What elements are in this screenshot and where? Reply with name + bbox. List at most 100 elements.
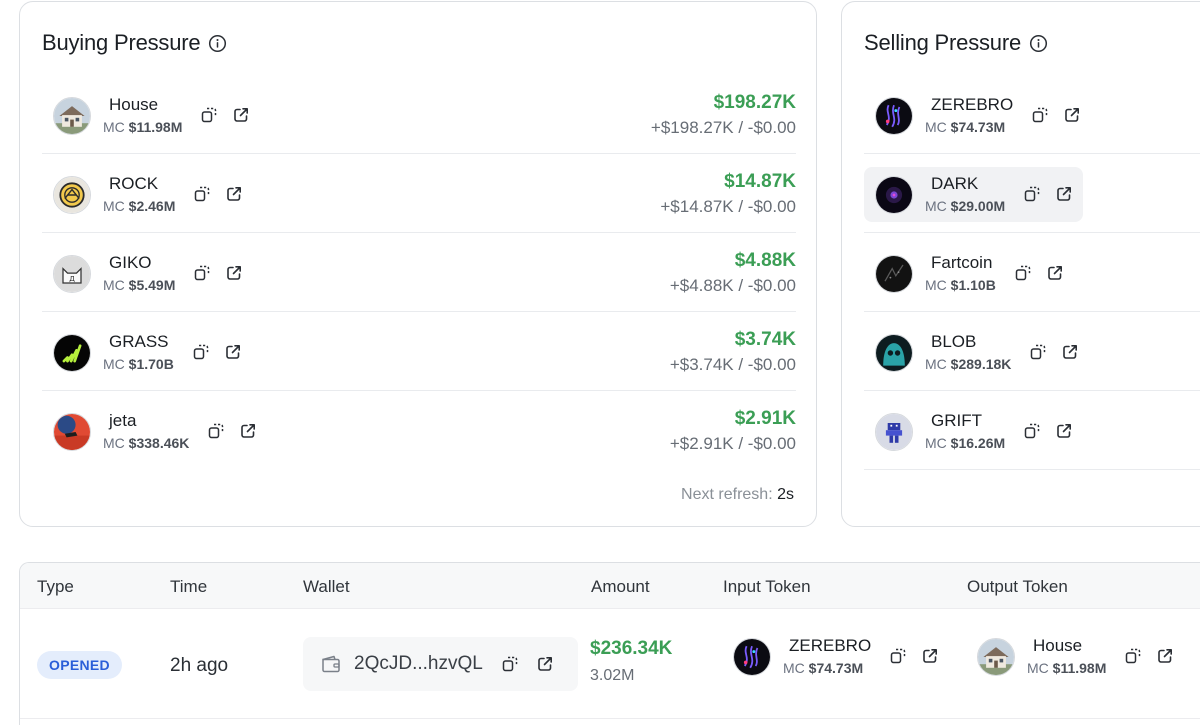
list-item[interactable]: DARK MC $29.00M xyxy=(864,154,1200,233)
list-item[interactable]: House MC $11.98M $198.27K +$198.27K / -$… xyxy=(42,75,796,154)
hovered-token[interactable]: DARK MC $29.00M xyxy=(864,167,1084,222)
token-name: ZEREBRO xyxy=(789,636,872,655)
column-amount[interactable]: Amount xyxy=(591,577,650,597)
svg-text:Д: Д xyxy=(69,274,75,283)
selling-pressure-title: Selling Pressure xyxy=(864,30,1048,56)
info-icon[interactable] xyxy=(208,34,227,53)
buying-pressure-title: Buying Pressure xyxy=(42,30,227,56)
net-amount: $4.88K xyxy=(734,250,796,271)
column-output-token[interactable]: Output Token xyxy=(967,577,1068,597)
copy-icon[interactable] xyxy=(207,422,225,440)
next-refresh-indicator: Next refresh: 2s xyxy=(681,486,794,504)
status-badge: OPENED xyxy=(37,651,122,679)
copy-icon[interactable] xyxy=(501,655,519,673)
amount-breakdown: +$14.87K / -$0.00 xyxy=(660,197,796,216)
market-cap: MC $338.46K xyxy=(103,435,190,451)
token-avatar-fartcoin xyxy=(875,254,913,293)
token-avatar-zerebro xyxy=(733,637,771,676)
external-link-icon[interactable] xyxy=(1156,647,1174,665)
column-input-token[interactable]: Input Token xyxy=(723,577,811,597)
token-name: GIKO xyxy=(109,253,152,272)
pressure-amount: $198.27K +$198.27K / -$0.00 xyxy=(651,92,796,139)
external-link-icon[interactable] xyxy=(536,655,554,673)
list-item[interactable]: GRASS MC $1.70B $3.74K +$3.74K / -$0.00 xyxy=(42,312,796,391)
token-avatar-grass xyxy=(53,333,91,372)
token-avatar-giko: Д xyxy=(53,254,91,293)
token-name: House xyxy=(109,95,159,114)
next-refresh-value: 2s xyxy=(777,486,794,503)
table-row[interactable]: OPENED 2h ago 2QcJD...hzvQL $236.34K 3.0… xyxy=(20,609,1200,719)
token-avatar-dark xyxy=(875,175,913,214)
column-time[interactable]: Time xyxy=(170,577,207,597)
copy-icon[interactable] xyxy=(1023,422,1041,440)
list-item[interactable]: Fartcoin MC $1.10B xyxy=(864,233,1200,312)
copy-icon[interactable] xyxy=(193,185,211,203)
token-name: GRASS xyxy=(109,332,169,351)
input-token[interactable]: ZEREBRO MC $74.73M xyxy=(733,636,939,677)
copy-icon[interactable] xyxy=(1023,185,1041,203)
market-cap: MC $11.98M xyxy=(1027,660,1107,676)
list-item[interactable]: ZEREBRO MC $74.73M xyxy=(864,75,1200,154)
market-cap: MC $29.00M xyxy=(925,198,1006,214)
output-token[interactable]: House MC $11.98M xyxy=(977,636,1174,677)
info-icon[interactable] xyxy=(1029,34,1048,53)
market-cap: MC $11.98M xyxy=(103,119,183,135)
buying-pressure-title-text: Buying Pressure xyxy=(42,30,201,55)
copy-icon[interactable] xyxy=(889,647,907,665)
external-link-icon[interactable] xyxy=(1055,422,1073,440)
copy-icon[interactable] xyxy=(1029,343,1047,361)
market-cap: MC $74.73M xyxy=(925,119,1006,135)
market-cap: MC $16.26M xyxy=(925,435,1006,451)
token-avatar-zerebro xyxy=(875,96,913,135)
external-link-icon[interactable] xyxy=(224,343,242,361)
pressure-amount: $2.91K +$2.91K / -$0.00 xyxy=(670,408,796,455)
copy-icon[interactable] xyxy=(1014,264,1032,282)
external-link-icon[interactable] xyxy=(921,647,939,665)
list-item[interactable]: jeta MC $338.46K $2.91K +$2.91K / -$0.00 xyxy=(42,391,796,470)
trade-amount-tokens: 3.02M xyxy=(590,667,635,684)
token-name: BLOB xyxy=(931,332,977,351)
trades-table: Type Time Wallet Amount Input Token Outp… xyxy=(19,562,1200,725)
token-avatar-jeta xyxy=(53,412,91,451)
token-name: ROCK xyxy=(109,174,159,193)
token-avatar-house xyxy=(53,96,91,135)
external-link-icon[interactable] xyxy=(225,264,243,282)
external-link-icon[interactable] xyxy=(239,422,257,440)
column-type[interactable]: Type xyxy=(37,577,74,597)
amount-breakdown: +$198.27K / -$0.00 xyxy=(650,118,796,137)
list-item[interactable]: BLOB MC $289.18K xyxy=(864,312,1200,391)
trade-amount: $236.34K 3.02M xyxy=(590,637,672,687)
selling-token-list: ZEREBRO MC $74.73M DARK MC $29.00M Fartc… xyxy=(864,75,1200,470)
external-link-icon[interactable] xyxy=(225,185,243,203)
wallet-icon xyxy=(322,655,340,673)
copy-icon[interactable] xyxy=(192,343,210,361)
wallet-chip[interactable]: 2QcJD...hzvQL xyxy=(303,637,578,691)
next-refresh-label: Next refresh: xyxy=(681,486,773,503)
copy-icon[interactable] xyxy=(1031,106,1049,124)
column-wallet[interactable]: Wallet xyxy=(303,577,350,597)
external-link-icon[interactable] xyxy=(1046,264,1064,282)
buying-token-list: House MC $11.98M $198.27K +$198.27K / -$… xyxy=(42,75,796,470)
market-cap: MC $5.49M xyxy=(103,277,176,293)
net-amount: $2.91K xyxy=(734,408,796,429)
amount-breakdown: +$3.74K / -$0.00 xyxy=(669,355,796,374)
external-link-icon[interactable] xyxy=(1063,106,1081,124)
pressure-amount: $4.88K +$4.88K / -$0.00 xyxy=(670,250,796,297)
list-item[interactable]: ROCK MC $2.46M $14.87K +$14.87K / -$0.00 xyxy=(42,154,796,233)
external-link-icon[interactable] xyxy=(232,106,250,124)
wallet-address: 2QcJD...hzvQL xyxy=(354,653,483,674)
copy-icon[interactable] xyxy=(1124,647,1142,665)
copy-icon[interactable] xyxy=(193,264,211,282)
trade-amount-usd: $236.34K xyxy=(590,638,673,659)
copy-icon[interactable] xyxy=(200,106,218,124)
selling-pressure-title-text: Selling Pressure xyxy=(864,30,1021,55)
trade-time: 2h ago xyxy=(170,655,229,676)
token-name: jeta xyxy=(109,411,137,430)
token-avatar-grift xyxy=(875,412,913,451)
list-item[interactable]: Д GIKO MC $5.49M $4.88K +$4.88K / -$0.00 xyxy=(42,233,796,312)
pressure-amount: $3.74K +$3.74K / -$0.00 xyxy=(670,329,796,376)
external-link-icon[interactable] xyxy=(1061,343,1079,361)
list-item[interactable]: GRIFT MC $16.26M xyxy=(864,391,1200,470)
external-link-icon[interactable] xyxy=(1055,185,1073,203)
token-name: GRIFT xyxy=(931,411,982,430)
